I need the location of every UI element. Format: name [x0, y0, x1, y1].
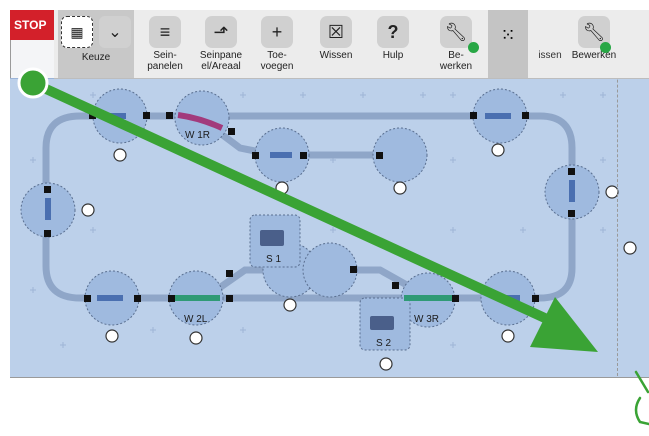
drag-start-point [17, 67, 49, 99]
app-window: W 1R W 2L W 3R S 1 S 2 STOP ▦ ⌄ Keuze ≡ … [0, 0, 649, 436]
drag-gesture-overlay [17, 67, 649, 426]
hand-cursor-icon [634, 370, 649, 426]
